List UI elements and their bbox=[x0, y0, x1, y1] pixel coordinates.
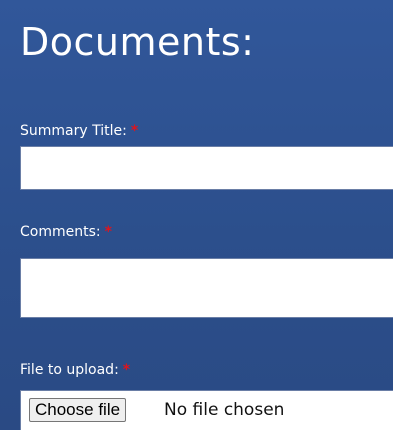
comments-textarea[interactable] bbox=[20, 258, 393, 318]
required-marker: * bbox=[104, 224, 112, 240]
summary-title-label: Summary Title: * bbox=[20, 123, 138, 139]
page-title: Documents: bbox=[20, 20, 255, 64]
comments-label-text: Comments: bbox=[20, 224, 101, 240]
file-status-text: No file chosen bbox=[164, 400, 285, 420]
file-upload-input[interactable]: Choose file No file chosen bbox=[20, 390, 393, 430]
comments-label: Comments: * bbox=[20, 224, 112, 240]
required-marker: * bbox=[130, 123, 139, 139]
documents-form-panel: Documents: Summary Title: * Comments: * Fi… bbox=[0, 0, 393, 430]
file-upload-label: File to upload: * bbox=[20, 362, 130, 378]
summary-title-label-text: Summary Title: bbox=[20, 123, 127, 139]
required-marker: * bbox=[122, 362, 131, 378]
summary-title-input[interactable] bbox=[20, 146, 393, 190]
file-upload-label-text: File to upload: bbox=[20, 362, 119, 378]
choose-file-button[interactable]: Choose file bbox=[29, 398, 127, 422]
